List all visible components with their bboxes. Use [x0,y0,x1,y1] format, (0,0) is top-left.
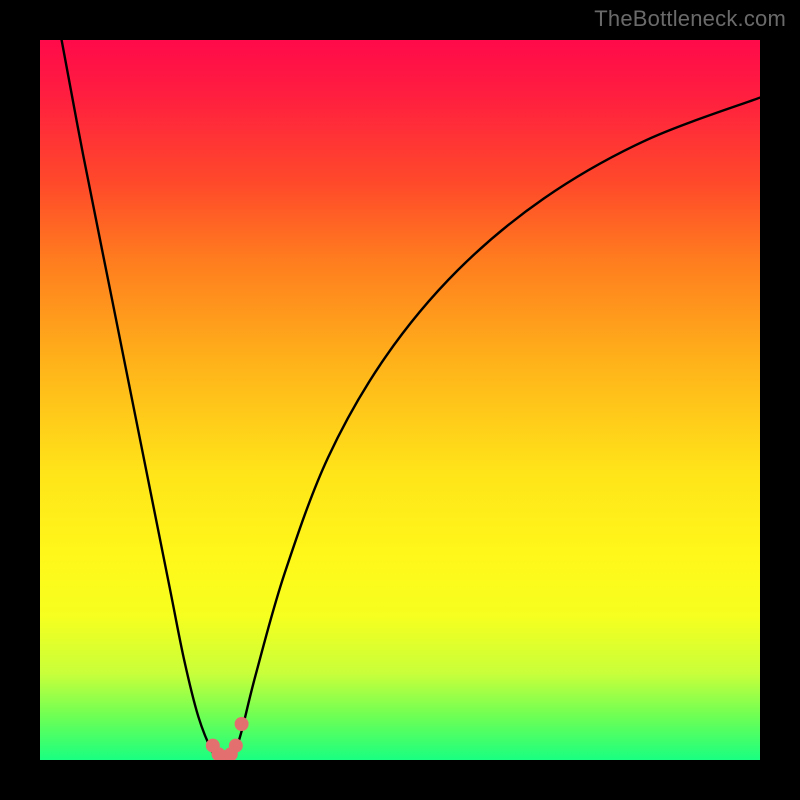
watermark-text: TheBottleneck.com [594,6,786,32]
plot-area [40,40,760,760]
trough-markers [206,717,249,760]
bottleneck-curve [62,40,760,760]
trough-marker [229,739,243,753]
chart-frame: TheBottleneck.com [0,0,800,800]
curve-svg [40,40,760,760]
trough-marker [235,717,249,731]
